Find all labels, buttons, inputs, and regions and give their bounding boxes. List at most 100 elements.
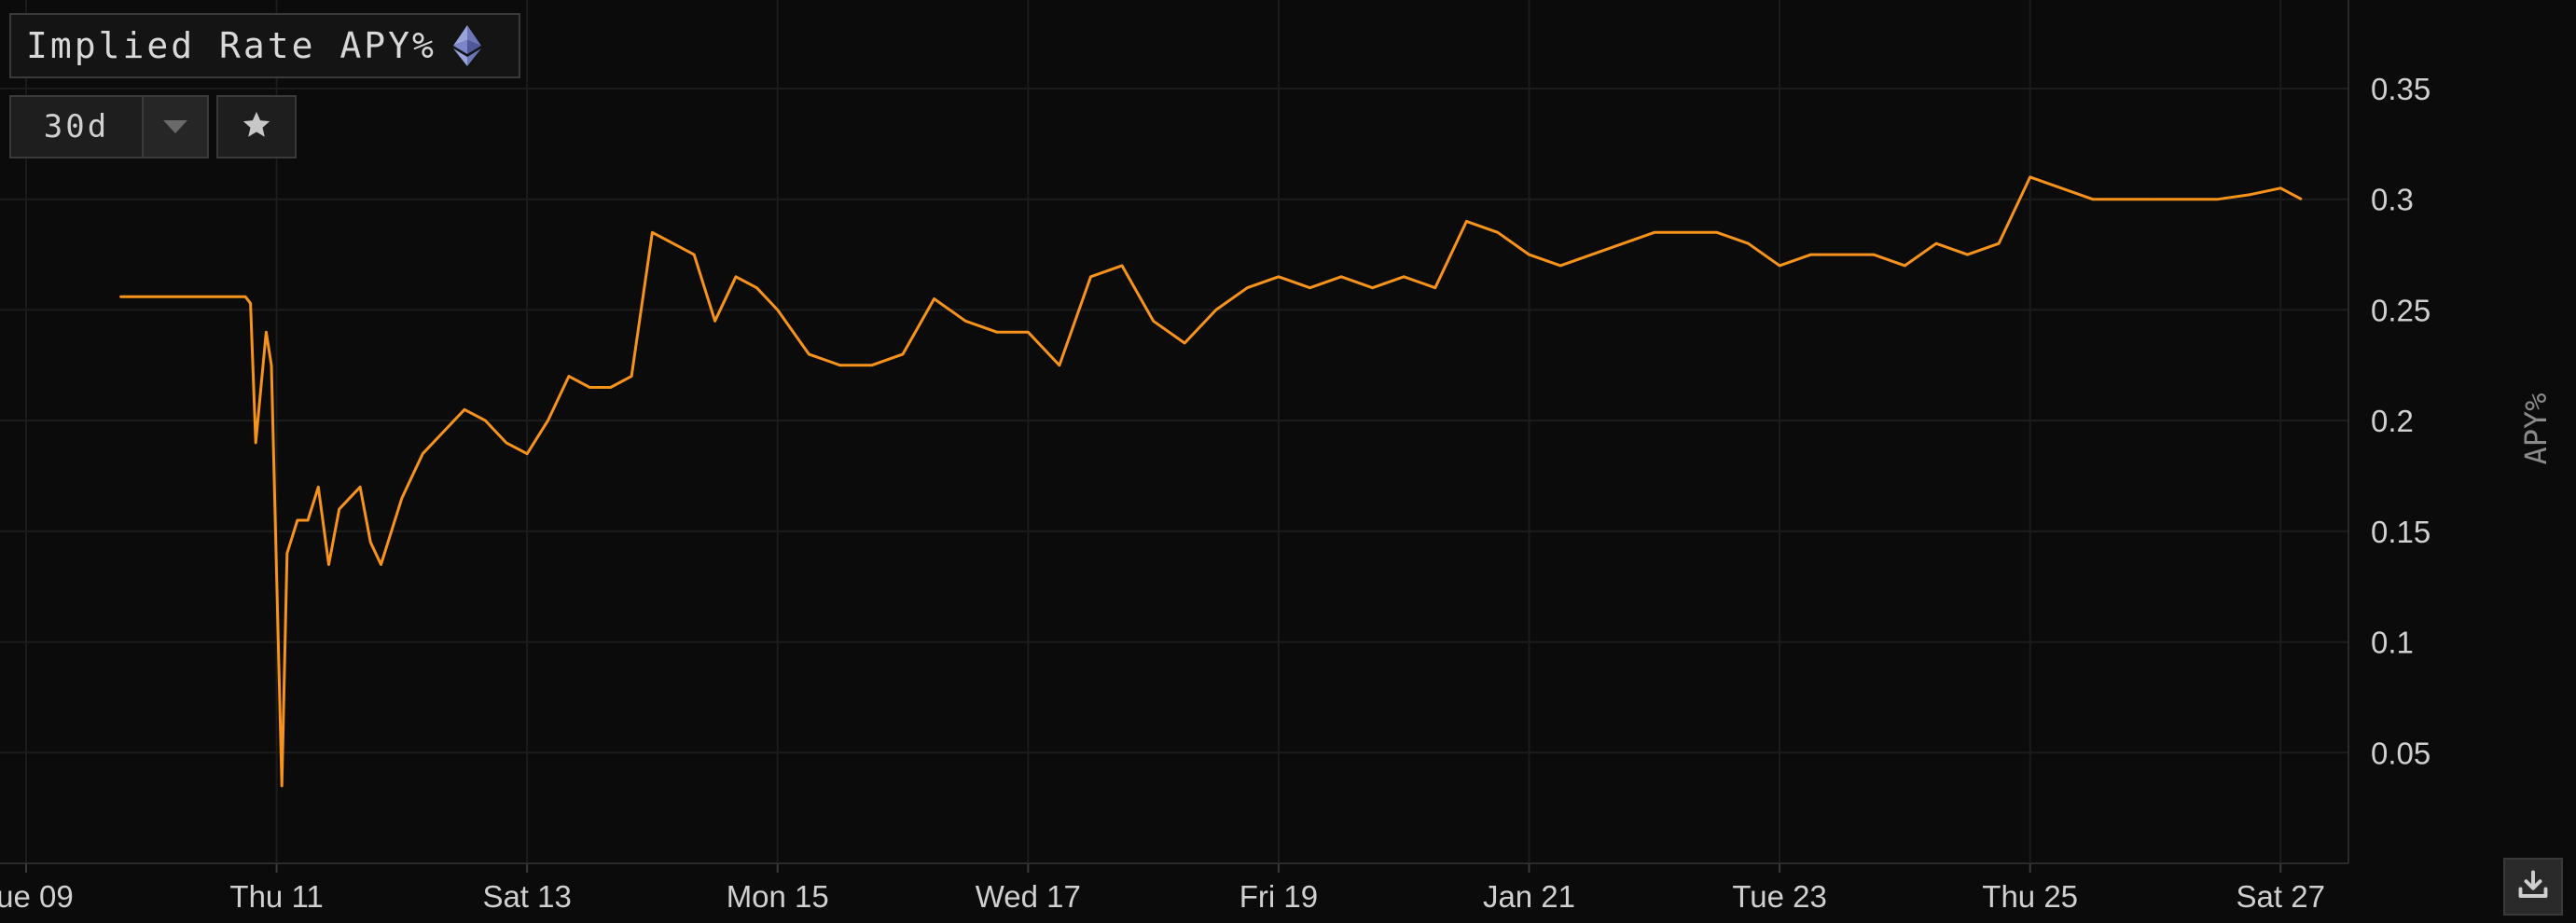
data-point bbox=[1340, 276, 1342, 278]
data-point bbox=[275, 574, 278, 577]
data-point bbox=[317, 486, 320, 489]
data-point bbox=[464, 408, 465, 411]
x-tick-label: Sat 27 bbox=[2237, 879, 2325, 914]
data-point bbox=[359, 486, 361, 489]
data-point bbox=[1809, 254, 1812, 255]
data-point bbox=[2279, 187, 2282, 189]
series-layer bbox=[118, 175, 2303, 788]
data-point bbox=[506, 442, 507, 444]
chart-title-box: Implied Rate APY% bbox=[9, 13, 520, 78]
x-tick-label: Fri 19 bbox=[1240, 879, 1318, 914]
data-point bbox=[297, 519, 298, 521]
chart-title: Implied Rate APY% bbox=[26, 25, 436, 66]
data-point bbox=[1371, 286, 1374, 289]
data-point bbox=[672, 242, 674, 245]
data-point bbox=[735, 276, 737, 278]
data-point bbox=[755, 286, 758, 289]
data-point bbox=[1747, 242, 1750, 245]
data-point bbox=[118, 296, 121, 298]
y-tick-label: 0.05 bbox=[2371, 736, 2431, 770]
y-tick-label: 0.1 bbox=[2371, 626, 2414, 660]
chart-controls: 30d bbox=[9, 95, 297, 158]
download-button[interactable] bbox=[2503, 858, 2563, 916]
data-point bbox=[265, 331, 268, 334]
data-point bbox=[589, 386, 591, 389]
data-point bbox=[1059, 365, 1060, 366]
y-tick-label: 0.2 bbox=[2371, 404, 2414, 438]
y-tick-label: 0.35 bbox=[2371, 72, 2431, 106]
data-point bbox=[1998, 242, 2000, 245]
data-point bbox=[2060, 187, 2062, 189]
x-axis-ticks: Tue 09 Thu 11 Sat 13 Mon 15 Wed 17 Fri 19 Jan … bbox=[0, 879, 2325, 914]
data-point bbox=[249, 302, 252, 305]
data-point bbox=[260, 386, 262, 389]
data-point bbox=[693, 254, 695, 255]
data-point bbox=[526, 452, 528, 455]
download-icon bbox=[2516, 868, 2550, 906]
data-point bbox=[1465, 220, 1468, 223]
data-point bbox=[281, 785, 284, 787]
y-tick-label: 0.15 bbox=[2371, 515, 2431, 549]
data-point bbox=[630, 375, 632, 378]
chart-root: 0.05 0.1 0.15 0.2 0.25 0.3 0.35 Tue 09 Thu 11 Sa… bbox=[0, 0, 2576, 923]
data-point bbox=[2092, 198, 2094, 200]
range-select[interactable]: 30d bbox=[9, 95, 209, 158]
data-point bbox=[2248, 194, 2251, 196]
data-point bbox=[547, 420, 549, 421]
data-point bbox=[401, 497, 403, 499]
data-point bbox=[1841, 254, 1843, 255]
data-point bbox=[1309, 286, 1311, 289]
data-point bbox=[484, 420, 487, 421]
data-point bbox=[1246, 286, 1249, 289]
data-point bbox=[1121, 265, 1123, 267]
data-point bbox=[902, 353, 904, 355]
range-value: 30d bbox=[11, 97, 144, 157]
data-point bbox=[390, 530, 393, 532]
x-tick-label: Sat 13 bbox=[482, 879, 571, 914]
data-point bbox=[1403, 276, 1405, 278]
data-point bbox=[776, 309, 779, 311]
data-point bbox=[1434, 286, 1436, 289]
data-point bbox=[1654, 231, 1655, 234]
data-point bbox=[2185, 198, 2188, 200]
data-point bbox=[1497, 231, 1499, 234]
data-point bbox=[651, 231, 654, 234]
data-point bbox=[1966, 254, 1969, 255]
data-point bbox=[327, 563, 330, 566]
data-point bbox=[2300, 198, 2303, 200]
data-point bbox=[1779, 265, 1780, 267]
data-point bbox=[933, 297, 935, 300]
data-point bbox=[422, 452, 424, 455]
y-tick-label: 0.25 bbox=[2371, 293, 2431, 327]
x-tick-label: Wed 17 bbox=[976, 879, 1081, 914]
data-point bbox=[1089, 276, 1092, 278]
data-point bbox=[1622, 242, 1624, 245]
favorite-button[interactable] bbox=[216, 95, 297, 158]
caret-down-icon[interactable] bbox=[144, 97, 207, 157]
data-point bbox=[609, 386, 612, 389]
data-point bbox=[286, 552, 288, 555]
data-point bbox=[2029, 176, 2031, 178]
data-point bbox=[713, 320, 716, 323]
data-point bbox=[568, 375, 570, 378]
grid bbox=[0, 0, 2349, 873]
data-point bbox=[1278, 276, 1280, 278]
x-tick-label: Tue 09 bbox=[0, 879, 74, 914]
data-point bbox=[870, 365, 873, 366]
ethereum-icon bbox=[452, 25, 481, 66]
x-tick-label: Jan 21 bbox=[1483, 879, 1575, 914]
data-point bbox=[307, 519, 309, 521]
y-axis-title: APY% bbox=[2518, 393, 2554, 464]
data-point bbox=[1528, 254, 1530, 255]
data-point bbox=[996, 331, 998, 334]
data-point bbox=[1590, 254, 1593, 255]
data-point bbox=[1152, 320, 1155, 323]
data-point bbox=[160, 296, 163, 298]
data-point bbox=[338, 508, 340, 510]
data-point bbox=[244, 296, 246, 298]
data-point bbox=[1027, 331, 1030, 334]
y-tick-label: 0.3 bbox=[2371, 183, 2414, 217]
data-point bbox=[1873, 254, 1875, 255]
data-point bbox=[1935, 242, 1937, 245]
data-point bbox=[964, 320, 966, 323]
